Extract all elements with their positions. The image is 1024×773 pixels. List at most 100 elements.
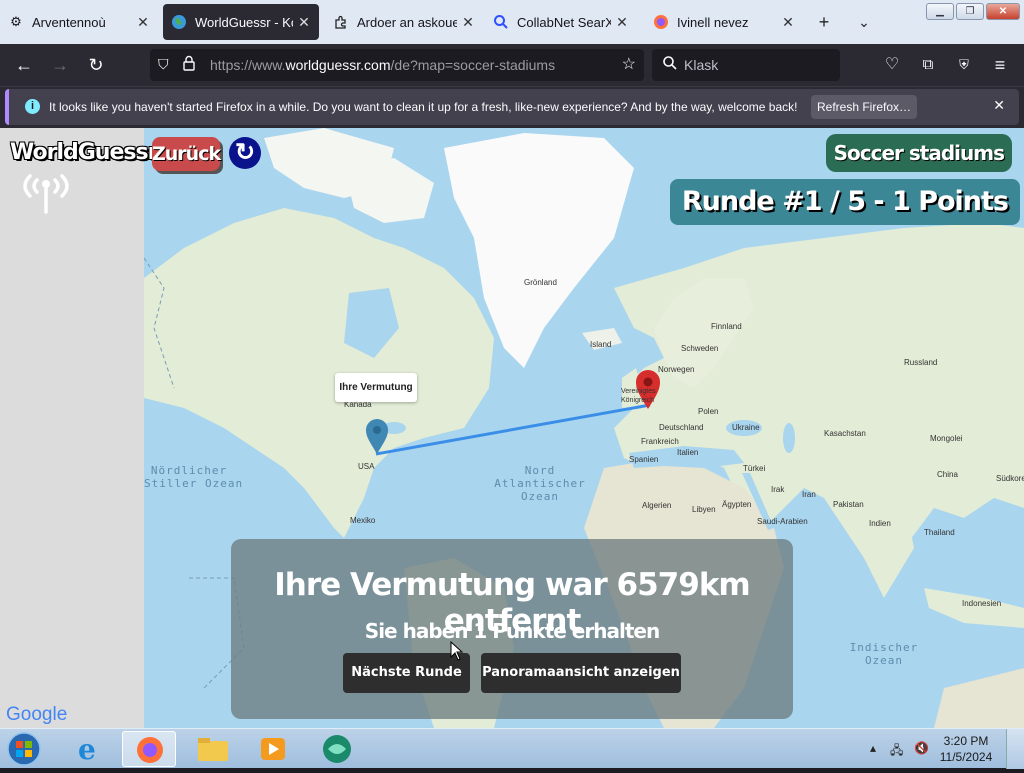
search-icon [662, 55, 678, 74]
map-label: Italien [677, 448, 699, 457]
tab-strip: ⚙ Arventennoù ✕ WorldGuessr - Kost ✕ Ard… [0, 0, 1024, 44]
map-label: Kasachstan [824, 429, 866, 438]
new-tab-button[interactable]: + [812, 10, 836, 34]
clock-date: 11/5/2024 [939, 750, 993, 764]
ublock-icon[interactable]: ⛨ [952, 53, 976, 77]
file-explorer-icon[interactable] [186, 731, 240, 767]
tab-settings[interactable]: ⚙ Arventennoù ✕ [0, 0, 158, 44]
close-tab-icon[interactable]: ✕ [297, 14, 311, 31]
navigation-toolbar: ← → ↻ ⛉ https://www.worldguessr.com/de?m… [0, 44, 1024, 86]
tab-new-tab[interactable]: Ivinell nevez ✕ [645, 0, 803, 44]
search-bar[interactable]: Klask [652, 49, 840, 81]
forward-arrow-icon[interactable]: → [48, 53, 72, 77]
map-label: Vereinigtes Königreich [621, 388, 656, 404]
back-button[interactable]: Zurück [152, 137, 221, 171]
globe-icon [171, 14, 187, 30]
map-label: Finnland [711, 322, 742, 331]
ocean-label: Nord Atlantischer Ozean [494, 464, 586, 503]
map-label: Algerien [642, 501, 672, 510]
map-label: Türkei [743, 464, 766, 473]
worldguessr-logo[interactable]: WorldGuessr [10, 140, 158, 165]
map-label: Mongolei [930, 434, 963, 443]
ocean-label: Nördlicher Stiller Ozean [144, 464, 244, 490]
ocean-label: Indischer Ozean [849, 641, 919, 667]
tab-extensions[interactable]: Ardoer an askouezh ✕ [325, 0, 483, 44]
url-prefix: https://www. [210, 57, 286, 73]
map-label: Norwegen [658, 365, 695, 374]
volume-muted-icon[interactable]: 🔇 [914, 741, 929, 755]
show-hidden-icons[interactable]: ▴ [870, 741, 876, 755]
map-label: Deutschland [659, 423, 704, 432]
map-label: Indien [869, 519, 891, 528]
show-desktop-button[interactable] [1006, 729, 1024, 769]
guess-tooltip: Ihre Vermutung [335, 373, 417, 402]
map-label: Indonesien [962, 599, 1002, 608]
close-tab-icon[interactable]: ✕ [136, 14, 150, 31]
address-bar[interactable]: ⛉ https://www.worldguessr.com/de?map=soc… [150, 49, 644, 81]
map-label: Pakistan [833, 500, 864, 509]
lock-icon[interactable] [183, 55, 195, 74]
menu-icon[interactable]: ≡ [988, 53, 1012, 77]
result-panel: Ihre Vermutung war 6579km entfernt Sie h… [231, 539, 793, 719]
refresh-round-icon[interactable]: ↻ [229, 137, 261, 169]
extensions-icon[interactable]: ⧉ [916, 53, 940, 77]
url-host: worldguessr.com [285, 57, 391, 73]
info-icon: i [25, 99, 40, 114]
map-label: Ägypten [722, 500, 752, 509]
internet-explorer-icon[interactable]: e [62, 731, 116, 767]
tab-searxng[interactable]: CollabNet SearXNG ✕ [485, 0, 637, 44]
map-label: Irak [771, 485, 785, 494]
puzzle-icon [333, 14, 349, 30]
map-label: Spanien [629, 455, 659, 464]
notification-bar: i It looks like you haven't started Fire… [0, 86, 1024, 128]
map-label: USA [358, 462, 375, 471]
result-points-text: Sie haben 1 Punkte erhalten [364, 619, 660, 643]
map-label: Iran [802, 490, 816, 499]
maximize-button[interactable]: ❐ [956, 3, 984, 20]
close-tab-icon[interactable]: ✕ [461, 14, 475, 31]
close-window-button[interactable]: ✕ [986, 3, 1020, 20]
app-icon[interactable] [310, 731, 364, 767]
shield-icon[interactable]: ⛉ [158, 56, 169, 73]
map-label: Libyen [692, 505, 716, 514]
reload-icon[interactable]: ↻ [84, 53, 108, 77]
notification-message: It looks like you haven't started Firefo… [49, 100, 798, 114]
system-clock[interactable]: 3:20 PM 11/5/2024 [935, 733, 997, 765]
search-icon [493, 14, 509, 30]
map-label: Saudi-Arabien [757, 517, 808, 526]
map-label: Thailand [924, 528, 955, 537]
multiplayer-signal-icon[interactable] [20, 172, 72, 221]
map-label: China [937, 470, 958, 479]
gear-icon: ⚙ [10, 14, 22, 29]
firefox-icon [653, 14, 669, 30]
close-notification-icon[interactable]: ✕ [993, 97, 1005, 114]
tab-label: Ivinell nevez [677, 14, 749, 30]
media-player-icon[interactable] [246, 731, 300, 767]
refresh-firefox-button[interactable]: Refresh Firefox… [811, 95, 917, 119]
start-button[interactable] [4, 730, 44, 768]
bookmark-star-icon[interactable]: ☆ [622, 54, 636, 74]
url-path: /de?map=soccer-stadiums [390, 57, 556, 73]
minimize-button[interactable]: ▁ [926, 3, 954, 20]
map-label: Frankreich [641, 437, 679, 446]
close-tab-icon[interactable]: ✕ [781, 14, 795, 31]
tab-worldguessr[interactable]: WorldGuessr - Kost ✕ [163, 4, 319, 40]
pocket-icon[interactable]: ♡ [880, 53, 904, 77]
svg-text:e: e [78, 733, 96, 766]
map-label: Mexiko [350, 516, 376, 525]
firefox-taskbar-icon[interactable] [122, 731, 176, 767]
panorama-view-button[interactable]: Panoramaansicht anzeigen [481, 653, 681, 693]
search-placeholder: Klask [684, 57, 719, 73]
close-tab-icon[interactable]: ✕ [615, 14, 629, 31]
list-tabs-chevron-icon[interactable]: ⌄ [852, 10, 876, 34]
clock-time: 3:20 PM [943, 734, 989, 748]
round-counter: Runde #1 / 5 - 1 Points [669, 179, 1020, 225]
tab-label: WorldGuessr - Kost [195, 14, 293, 30]
back-arrow-icon[interactable]: ← [12, 53, 36, 77]
network-icon[interactable]: 🖧 [890, 741, 903, 762]
page-content: Grönland Island Finnland Schweden Norweg… [0, 128, 1024, 728]
notification-box: i It looks like you haven't started Fire… [5, 89, 1019, 125]
map-name-badge[interactable]: Soccer stadiums [825, 134, 1012, 172]
map-label: Russland [904, 358, 938, 367]
google-logo-text: Google [6, 704, 68, 725]
